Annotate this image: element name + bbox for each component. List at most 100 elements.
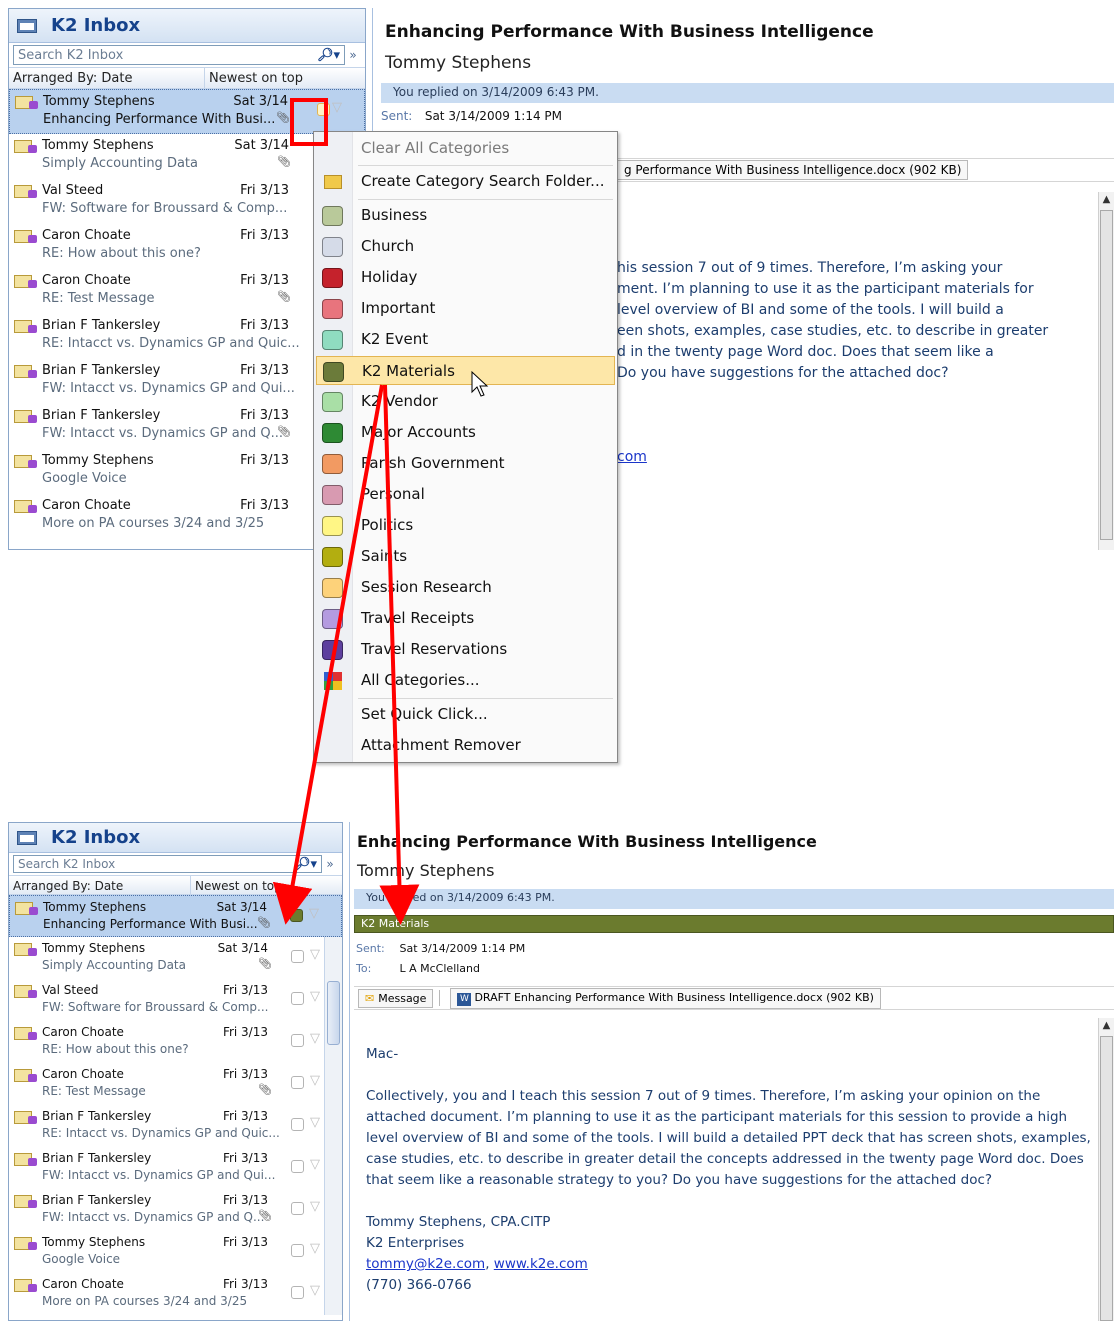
message-from: Tommy Stephens bbox=[43, 94, 155, 109]
search-input[interactable]: Search K2 Inbox 🔎︎▾ bbox=[13, 45, 345, 65]
message-row[interactable]: Brian F Tankersley Fri 3/13 FW: Intacct vs… bbox=[9, 359, 365, 404]
menu-item-travel-reservations[interactable]: Travel Reservations bbox=[316, 635, 615, 664]
menu-item-major-accounts[interactable]: Major Accounts bbox=[316, 418, 615, 447]
flag-icon[interactable]: ▽ bbox=[310, 989, 320, 1004]
category-box[interactable] bbox=[317, 103, 330, 116]
menu-item-k2-event[interactable]: K2 Event bbox=[316, 325, 615, 354]
scroll-thumb[interactable] bbox=[1100, 210, 1113, 540]
category-box[interactable] bbox=[291, 992, 304, 1005]
flag-icon[interactable]: ▽ bbox=[310, 1241, 320, 1256]
menu-item-k2-vendor[interactable]: K2 Vendor bbox=[316, 387, 615, 416]
message-row[interactable]: Caron ChoateFri 3/13RE: Test Message📎︎▽ bbox=[9, 1063, 342, 1105]
menu-separator bbox=[358, 199, 613, 200]
category-color-swatch bbox=[322, 423, 343, 443]
message-row[interactable]: Brian F Tankersley Fri 3/13 FW: Intacct vs… bbox=[9, 404, 365, 449]
category-box[interactable] bbox=[291, 1076, 304, 1089]
message-row[interactable]: Brian F Tankersley Fri 3/13 FW: Intacct vs… bbox=[9, 1147, 342, 1189]
website-link[interactable]: www.k2e.com bbox=[494, 1256, 588, 1272]
message-row[interactable]: Caron Choate Fri 3/13 More on PA courses 3… bbox=[9, 494, 365, 539]
flag-icon[interactable]: ▽ bbox=[310, 1199, 320, 1214]
message-row[interactable]: Tommy StephensFri 3/13Google Voice▽ bbox=[9, 449, 365, 494]
attachment-tab[interactable]: g Performance With Business Intelligence… bbox=[617, 160, 969, 180]
menu-item-attachment-remover[interactable]: Attachment Remover bbox=[316, 731, 615, 760]
message-row[interactable]: Caron Choate Fri 3/13 RE: How about this o… bbox=[9, 224, 365, 269]
category-box[interactable] bbox=[291, 1160, 304, 1173]
sort-order-button[interactable]: Newest on top bbox=[205, 68, 307, 88]
message-subject: More on PA courses 3/24 and 3/25 bbox=[42, 516, 265, 531]
menu-item-set-quick-click[interactable]: Set Quick Click... bbox=[316, 700, 615, 729]
menu-item-holiday[interactable]: Holiday bbox=[316, 263, 615, 292]
menu-item-politics[interactable]: Politics bbox=[316, 511, 615, 540]
menu-item-label: Set Quick Click... bbox=[361, 705, 488, 723]
signature-link-fragment[interactable]: com bbox=[617, 449, 647, 465]
scroll-up-icon[interactable]: ▲ bbox=[1099, 1018, 1114, 1034]
message-tab[interactable]: ✉ Message bbox=[358, 988, 434, 1008]
message-row[interactable]: Tommy StephensFri 3/13Google Voice▽ bbox=[9, 1231, 342, 1273]
reply-info-bar: You replied on 3/14/2009 6:43 PM. bbox=[354, 889, 1114, 909]
flag-icon[interactable]: ▽ bbox=[310, 1157, 320, 1172]
message-subject: RE: How about this one? bbox=[42, 246, 201, 261]
menu-item-saints[interactable]: Saints bbox=[316, 542, 615, 571]
sent-value: Sat 3/14/2009 1:14 PM bbox=[399, 942, 526, 955]
menu-item-label: Major Accounts bbox=[361, 423, 476, 441]
category-box[interactable] bbox=[291, 1034, 304, 1047]
menu-item-personal[interactable]: Personal bbox=[316, 480, 615, 509]
menu-item-travel-receipts[interactable]: Travel Receipts bbox=[316, 604, 615, 633]
message-row[interactable]: Caron Choate Fri 3/13 More on PA courses 3… bbox=[9, 1273, 342, 1315]
message-row[interactable]: Tommy Stephens Sat 3/14 Enhancing Performa… bbox=[9, 895, 342, 937]
message-row[interactable]: Tommy Stephens Sat 3/14 Simply Accounting … bbox=[9, 937, 342, 979]
message-row[interactable]: Tommy Stephens Sat 3/14 Simply Accounting … bbox=[9, 134, 365, 179]
reading-scrollbar[interactable]: ▲ bbox=[1098, 192, 1114, 550]
message-date: Fri 3/13 bbox=[222, 983, 268, 997]
expand-search-icon[interactable]: » bbox=[322, 857, 338, 871]
message-subject: FW: Intacct vs. Dynamics GP and Qui... bbox=[42, 381, 295, 396]
menu-item-all-categories[interactable]: All Categories... bbox=[316, 666, 615, 695]
menu-item-business[interactable]: Business bbox=[316, 201, 615, 230]
arranged-by-button[interactable]: Arranged By: Date bbox=[9, 876, 191, 894]
arranged-by-button[interactable]: Arranged By: Date bbox=[9, 68, 205, 88]
search-icon[interactable]: 🔎︎▾ bbox=[294, 857, 317, 872]
menu-item-k2-materials[interactable]: K2 Materials bbox=[316, 356, 615, 385]
scroll-up-icon[interactable]: ▲ bbox=[1099, 192, 1114, 208]
message-row[interactable]: Brian F Tankersley Fri 3/13 RE: Intacct vs… bbox=[9, 314, 365, 359]
body-line: his session 7 out of 9 times. Therefore,… bbox=[617, 260, 1003, 276]
flag-icon[interactable]: ▽ bbox=[310, 1283, 320, 1298]
menu-item-session-research[interactable]: Session Research bbox=[316, 573, 615, 602]
reading-scrollbar[interactable]: ▲ bbox=[1098, 1018, 1114, 1321]
replied-envelope-icon bbox=[14, 320, 37, 333]
menu-item-clear-all-categories[interactable]: Clear All Categories bbox=[316, 134, 615, 163]
category-box[interactable] bbox=[291, 1244, 304, 1257]
flag-icon[interactable]: ▽ bbox=[332, 100, 342, 115]
message-row[interactable]: Caron ChoateFri 3/13RE: Test Message📎︎▽ bbox=[9, 269, 365, 314]
category-box[interactable] bbox=[291, 1286, 304, 1299]
category-box[interactable] bbox=[291, 950, 304, 963]
flag-icon[interactable]: ▽ bbox=[310, 1115, 320, 1130]
message-row[interactable]: Tommy Stephens Sat 3/14 Enhancing Performa… bbox=[9, 89, 365, 134]
menu-item-label: Travel Reservations bbox=[361, 640, 508, 658]
message-from: Tommy Stephens bbox=[42, 1235, 146, 1249]
category-box[interactable] bbox=[291, 1202, 304, 1215]
expand-search-icon[interactable]: » bbox=[345, 48, 361, 62]
category-box[interactable] bbox=[290, 909, 303, 922]
attachment-tab[interactable]: W DRAFT Enhancing Performance With Busine… bbox=[450, 987, 881, 1009]
to-value[interactable]: L A McClelland bbox=[400, 962, 481, 975]
email-link[interactable]: tommy@k2e.com bbox=[366, 1256, 485, 1272]
message-row[interactable]: Val Steed Fri 3/13 FW: Software for Brouss… bbox=[9, 979, 342, 1021]
menu-item-create-category-search-folder[interactable]: Create Category Search Folder... bbox=[316, 167, 615, 196]
message-row[interactable]: Brian F Tankersley Fri 3/13 FW: Intacct vs… bbox=[9, 1189, 342, 1231]
flag-icon[interactable]: ▽ bbox=[310, 1073, 320, 1088]
flag-icon[interactable]: ▽ bbox=[310, 1031, 320, 1046]
menu-item-parish-government[interactable]: Parish Government bbox=[316, 449, 615, 478]
flag-icon[interactable]: ▽ bbox=[309, 906, 319, 921]
scroll-thumb[interactable] bbox=[1100, 1036, 1113, 1321]
category-box[interactable] bbox=[291, 1118, 304, 1131]
message-row[interactable]: Brian F Tankersley Fri 3/13 RE: Intacct vs… bbox=[9, 1105, 342, 1147]
message-row[interactable]: Caron Choate Fri 3/13 RE: How about this o… bbox=[9, 1021, 342, 1063]
flag-icon[interactable]: ▽ bbox=[310, 947, 320, 962]
search-input[interactable]: Search K2 Inbox 🔎︎▾ bbox=[13, 855, 322, 873]
menu-item-church[interactable]: Church bbox=[316, 232, 615, 261]
menu-item-important[interactable]: Important bbox=[316, 294, 615, 323]
sort-order-button[interactable]: Newest on top bbox=[191, 876, 286, 894]
message-row[interactable]: Val Steed Fri 3/13 FW: Software for Brouss… bbox=[9, 179, 365, 224]
search-icon[interactable]: 🔎︎▾ bbox=[317, 48, 340, 63]
